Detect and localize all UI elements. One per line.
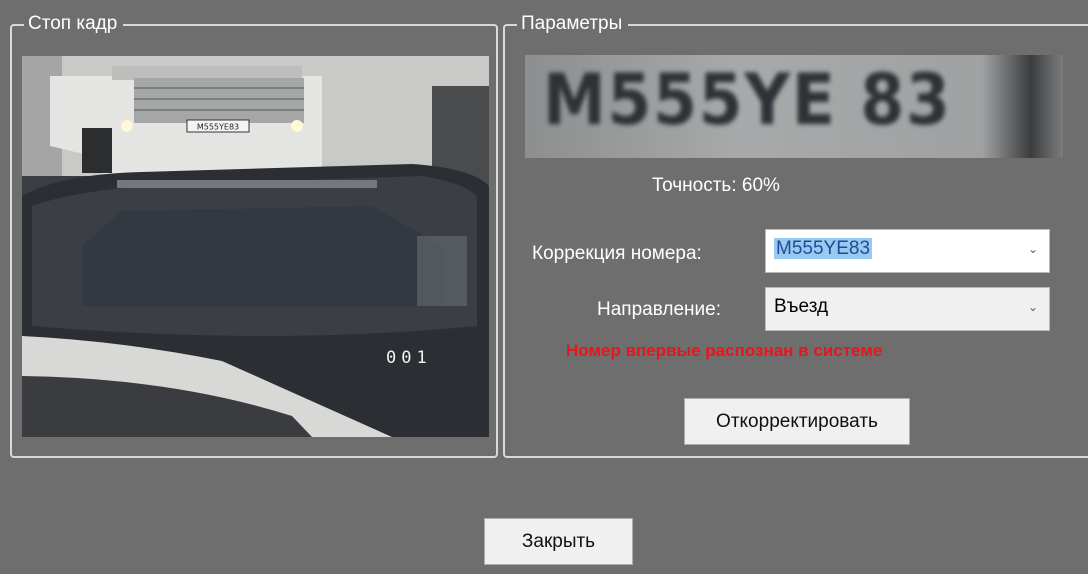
direction-combobox[interactable]: Въезд ⌄: [765, 287, 1050, 331]
plate-crop-image: M555YE 83: [525, 55, 1063, 158]
accuracy-label: Точность: 60%: [652, 175, 780, 196]
params-title: Параметры: [517, 12, 629, 36]
stop-frame-title: Стоп кадр: [24, 12, 124, 36]
direction-label: Направление:: [597, 299, 721, 320]
car-plate-text: M555YE83: [197, 123, 239, 132]
plate-correction-combobox[interactable]: M555YE83 ⌄: [765, 229, 1050, 273]
camera-overlay-text: 001: [386, 348, 432, 368]
chevron-down-icon[interactable]: ⌄: [1027, 240, 1039, 258]
camera-snapshot: M555YE83: [22, 56, 489, 437]
correction-label: Коррекция номера:: [532, 243, 702, 264]
status-message: Номер впервые распознан в системе: [566, 341, 883, 360]
correction-value[interactable]: M555YE83: [774, 238, 873, 259]
direction-value[interactable]: Въезд: [774, 296, 828, 318]
plate-crop-text: M555YE 83: [543, 59, 952, 141]
correct-button[interactable]: Откорректировать: [684, 398, 910, 445]
close-button[interactable]: Закрыть: [484, 518, 633, 565]
stop-frame-image: M555YE83 001: [22, 56, 489, 437]
chevron-down-icon[interactable]: ⌄: [1027, 298, 1039, 316]
